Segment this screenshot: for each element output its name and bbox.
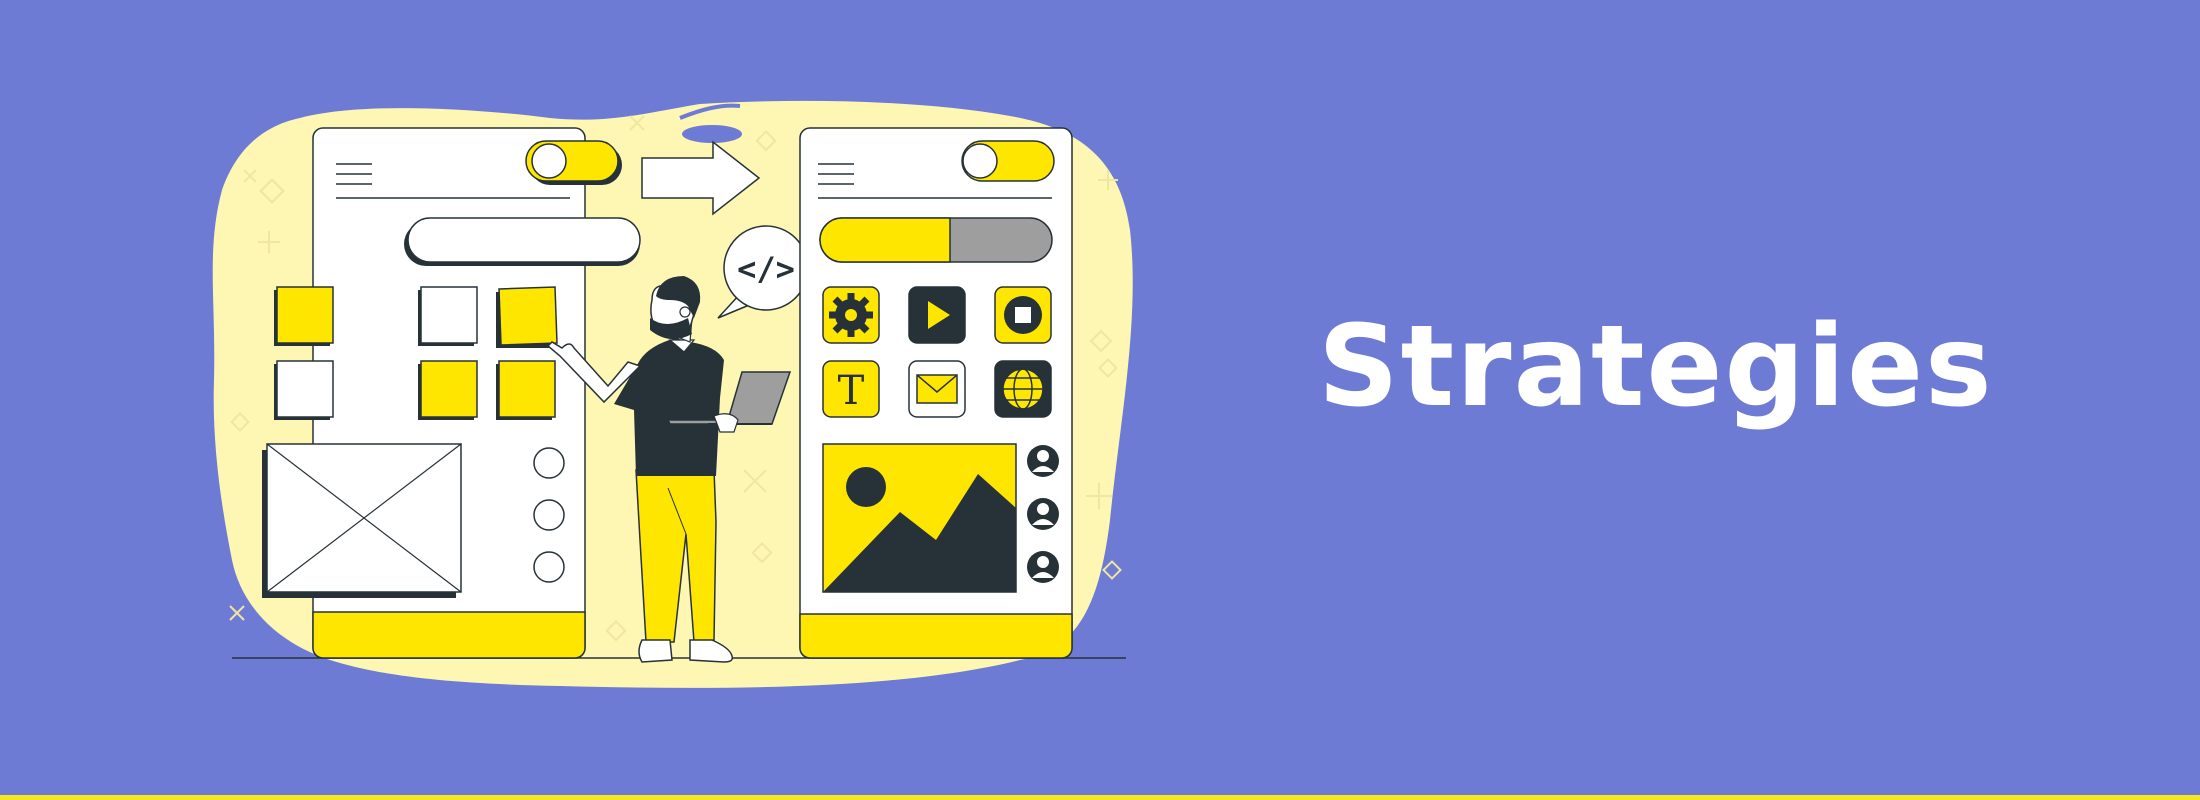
code-icon: </> xyxy=(737,250,795,288)
text-icon: T xyxy=(822,360,880,418)
stop-icon xyxy=(994,286,1052,344)
progress-bar xyxy=(819,217,1053,263)
toggle-switch xyxy=(961,140,1055,182)
bottom-accent-stripe xyxy=(0,795,2200,800)
search-bar xyxy=(404,217,641,266)
play-icon xyxy=(908,286,966,344)
image-icon xyxy=(822,443,1017,593)
page-title: Strategies xyxy=(1318,302,1994,432)
globe-icon xyxy=(994,360,1052,418)
mail-icon xyxy=(908,360,966,418)
wireframe-phone xyxy=(262,127,641,659)
user-icon xyxy=(1027,445,1059,583)
toggle-switch xyxy=(525,140,622,185)
image-placeholder-icon xyxy=(262,443,462,598)
gear-icon xyxy=(822,286,880,344)
illustration: </> T xyxy=(212,100,1133,688)
radio-list xyxy=(533,447,565,583)
text-glyph: T xyxy=(838,368,865,414)
banner: </> T Strategies xyxy=(0,0,2200,800)
app-phone: T xyxy=(799,127,1073,659)
